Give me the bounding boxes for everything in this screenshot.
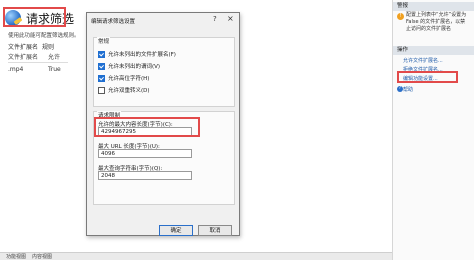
alerts-header: 警报 bbox=[393, 2, 474, 11]
column-header-allowed[interactable]: 允许 bbox=[48, 52, 60, 61]
content-view-tab[interactable]: 内容视图 bbox=[32, 253, 52, 260]
checkbox-unchecked[interactable] bbox=[98, 86, 105, 94]
checkbox-checked[interactable] bbox=[98, 50, 105, 58]
features-view-tab[interactable]: 功能视图 bbox=[6, 253, 26, 260]
dialog-close-icon[interactable]: × bbox=[227, 14, 234, 23]
cell-extension: .mp4 bbox=[8, 66, 24, 73]
actions-header: 操作 bbox=[393, 46, 474, 55]
max-url-length-input[interactable]: 4096 bbox=[98, 149, 192, 158]
page-description: 使用此功能可配置筛选规则。 bbox=[8, 33, 80, 39]
allow-double-escaping-option[interactable]: 允许双重转义(D) bbox=[98, 86, 150, 94]
actions-pane: 警报 ! 配置上列表中“允许”设置为 False 的文件扩展名，以禁止访问的文件… bbox=[393, 0, 474, 260]
max-query-string-input[interactable]: 2048 bbox=[98, 171, 192, 180]
action-highlight-box bbox=[397, 71, 458, 83]
cell-allowed: True bbox=[48, 66, 61, 73]
checkbox-checked[interactable] bbox=[98, 62, 105, 70]
tab-rules[interactable]: 规则 bbox=[42, 42, 54, 51]
warning-icon: ! bbox=[397, 13, 404, 20]
option-label: 允许未列出的文件扩展名(F) bbox=[108, 52, 176, 58]
dialog-help-button[interactable]: ? bbox=[213, 15, 217, 23]
view-switcher-bar: 功能视图 内容视图 bbox=[0, 252, 392, 260]
general-group: 常规 允许未列出的文件扩展名(F) 允许未列出的谓词(V) 允许高位字符(H) … bbox=[93, 37, 235, 107]
option-label: 允许双重转义(D) bbox=[108, 88, 150, 94]
input-highlight-box bbox=[94, 117, 200, 137]
checkbox-checked[interactable] bbox=[98, 74, 105, 82]
allow-unlisted-verbs-option[interactable]: 允许未列出的谓词(V) bbox=[98, 62, 160, 70]
option-label: 允许未列出的谓词(V) bbox=[108, 64, 161, 70]
general-group-title: 常规 bbox=[97, 37, 111, 45]
table-row[interactable]: .mp4 True bbox=[8, 66, 68, 73]
allow-extension-action[interactable]: 允许文件扩展名... bbox=[403, 57, 443, 64]
dialog-title: 编辑请求筛选设置 bbox=[91, 19, 136, 25]
tab-file-extensions[interactable]: 文件扩展名 bbox=[8, 42, 38, 51]
extensions-grid: 文件扩展名 允许 .mp4 True bbox=[8, 52, 68, 73]
option-label: 允许高位字符(H) bbox=[108, 76, 150, 82]
title-highlight-box bbox=[3, 7, 66, 27]
allow-high-bit-option[interactable]: 允许高位字符(H) bbox=[98, 74, 149, 82]
alert-message: 配置上列表中“允许”设置为 False 的文件扩展名，以禁止访问的文件扩展名 bbox=[406, 12, 467, 32]
column-header-extension[interactable]: 文件扩展名 bbox=[8, 52, 48, 61]
cancel-button[interactable]: 取消 bbox=[198, 225, 232, 236]
ok-button[interactable]: 确定 bbox=[159, 225, 193, 236]
help-action[interactable]: 帮助 bbox=[403, 86, 413, 93]
allow-unlisted-extensions-option[interactable]: 允许未列出的文件扩展名(F) bbox=[98, 50, 176, 58]
help-icon[interactable]: ? bbox=[397, 86, 403, 92]
feature-tabs: 文件扩展名 规则 bbox=[8, 42, 54, 51]
grid-header: 文件扩展名 允许 bbox=[8, 52, 68, 63]
